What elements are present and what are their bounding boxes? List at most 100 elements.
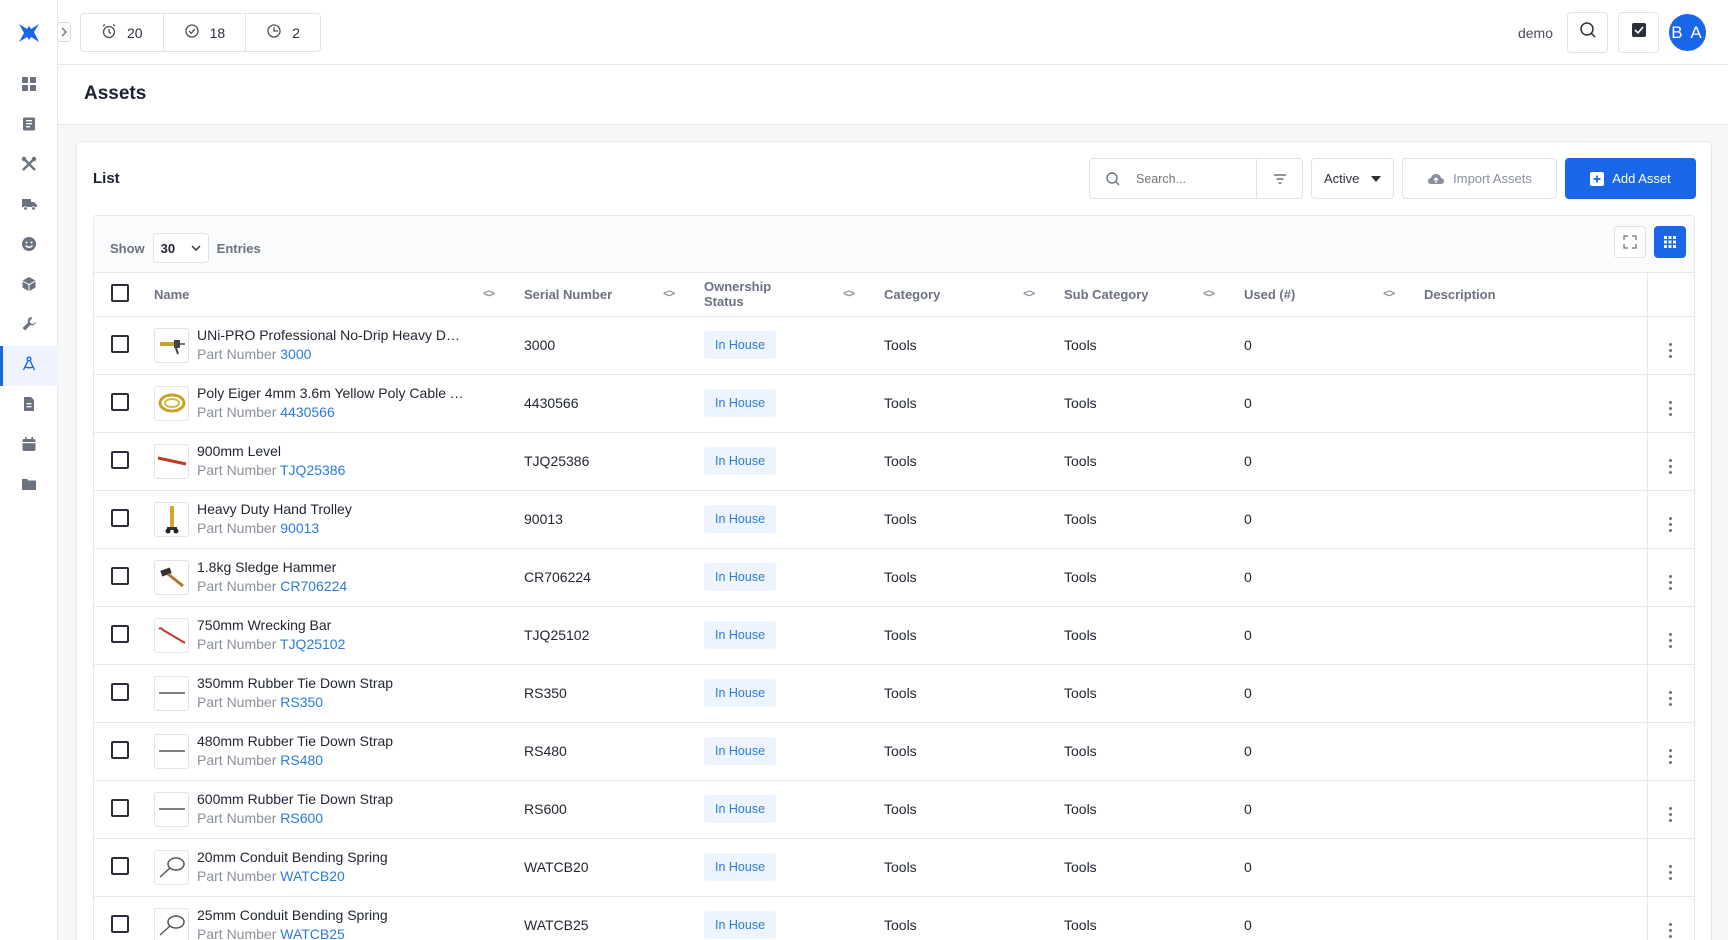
kebab-menu-icon[interactable] — [1669, 690, 1673, 706]
row-checkbox[interactable] — [111, 624, 129, 643]
column-header-ownership[interactable]: Ownership Status <> — [684, 273, 864, 317]
select-all-checkbox[interactable] — [111, 283, 129, 302]
part-number-link[interactable]: 3000 — [280, 346, 311, 362]
asset-thumbnail[interactable] — [154, 327, 189, 363]
sidebar-item-truck[interactable] — [0, 186, 58, 226]
kebab-menu-icon[interactable] — [1669, 458, 1673, 474]
asset-name[interactable]: 25mm Conduit Bending Spring — [197, 906, 388, 924]
asset-name[interactable]: 20mm Conduit Bending Spring — [197, 848, 388, 866]
column-header-serial[interactable]: Serial Number <> — [504, 273, 684, 317]
search-input[interactable] — [1136, 171, 1256, 186]
asset-thumbnail[interactable] — [154, 907, 189, 940]
column-header-subcategory[interactable]: Sub Category <> — [1044, 273, 1224, 317]
kebab-menu-icon[interactable] — [1669, 400, 1673, 416]
resize-arrows-icon[interactable]: <> — [1023, 287, 1035, 302]
column-header-category[interactable]: Category <> — [864, 273, 1044, 317]
global-search-button[interactable] — [1567, 12, 1608, 53]
asset-thumbnail[interactable] — [154, 733, 189, 769]
entries-select[interactable]: 30 — [152, 233, 209, 263]
part-number-link[interactable]: TJQ25102 — [280, 636, 345, 652]
sidebar-item-smiley[interactable] — [0, 226, 58, 266]
table-row[interactable]: 480mm Rubber Tie Down Strap Part Number … — [94, 722, 1694, 781]
kebab-menu-icon[interactable] — [1669, 342, 1673, 358]
table-row[interactable]: 900mm Level Part Number TJQ25386 TJQ2538… — [94, 432, 1694, 491]
sidebar-collapse-button[interactable] — [57, 22, 71, 42]
column-header-used[interactable]: Used (#) <> — [1224, 273, 1404, 317]
asset-thumbnail[interactable] — [154, 559, 189, 595]
import-assets-button[interactable]: Import Assets — [1402, 158, 1557, 199]
table-row[interactable]: 750mm Wrecking Bar Part Number TJQ25102 … — [94, 606, 1694, 665]
part-number-link[interactable]: WATCB25 — [280, 926, 345, 940]
part-number-link[interactable]: 4430566 — [280, 404, 335, 420]
part-number-link[interactable]: CR706224 — [280, 578, 347, 594]
asset-name[interactable]: 1.8kg Sledge Hammer — [197, 558, 347, 576]
table-row[interactable]: 1.8kg Sledge Hammer Part Number CR706224… — [94, 548, 1694, 607]
row-checkbox[interactable] — [111, 392, 129, 411]
column-header-name[interactable]: Name <> — [154, 273, 504, 317]
username[interactable]: demo — [1518, 25, 1553, 41]
fullscreen-button[interactable] — [1614, 226, 1646, 258]
asset-name[interactable]: Heavy Duty Hand Trolley — [197, 500, 352, 518]
asset-name[interactable]: 480mm Rubber Tie Down Strap — [197, 732, 393, 750]
row-checkbox[interactable] — [111, 856, 129, 875]
asset-thumbnail[interactable] — [154, 617, 189, 653]
sidebar-item-cube[interactable] — [0, 266, 58, 306]
part-number-link[interactable]: TJQ25386 — [280, 462, 345, 478]
kebab-menu-icon[interactable] — [1669, 806, 1673, 822]
asset-name[interactable]: 600mm Rubber Tie Down Strap — [197, 790, 393, 808]
sidebar-item-document[interactable] — [0, 386, 58, 426]
app-logo-icon[interactable] — [16, 20, 42, 46]
resize-arrows-icon[interactable]: <> — [663, 287, 675, 302]
resize-arrows-icon[interactable]: <> — [1203, 287, 1215, 302]
row-checkbox[interactable] — [111, 740, 129, 759]
add-asset-button[interactable]: Add Asset — [1565, 158, 1696, 199]
filter-button[interactable] — [1256, 159, 1302, 198]
asset-thumbnail[interactable] — [154, 385, 189, 421]
row-checkbox[interactable] — [111, 914, 129, 933]
kebab-menu-icon[interactable] — [1669, 748, 1673, 764]
asset-name[interactable]: UNi-PRO Professional No-Drip Heavy Duty … — [197, 326, 467, 344]
part-number-link[interactable]: RS350 — [280, 694, 323, 710]
table-row[interactable]: Heavy Duty Hand Trolley Part Number 9001… — [94, 490, 1694, 549]
column-settings-button[interactable] — [1654, 226, 1686, 258]
row-checkbox[interactable] — [111, 798, 129, 817]
table-row[interactable]: 350mm Rubber Tie Down Strap Part Number … — [94, 664, 1694, 723]
sidebar-item-tools-cross[interactable] — [0, 146, 58, 186]
asset-name[interactable]: 900mm Level — [197, 442, 345, 460]
part-number-link[interactable]: RS480 — [280, 752, 323, 768]
status-select[interactable]: Active — [1311, 158, 1394, 199]
asset-thumbnail[interactable] — [154, 501, 189, 537]
asset-name[interactable]: Poly Eiger 4mm 3.6m Yellow Poly Cable Ti… — [197, 384, 467, 402]
table-row[interactable]: UNi-PRO Professional No-Drip Heavy Duty … — [94, 316, 1694, 375]
counter-completed[interactable]: 18 — [164, 14, 247, 51]
counter-pending[interactable]: 2 — [246, 14, 320, 51]
row-checkbox[interactable] — [111, 508, 129, 527]
sidebar-item-compass[interactable] — [0, 346, 58, 386]
asset-name[interactable]: 350mm Rubber Tie Down Strap — [197, 674, 393, 692]
resize-arrows-icon[interactable]: <> — [843, 287, 855, 302]
sidebar-item-book[interactable] — [0, 106, 58, 146]
kebab-menu-icon[interactable] — [1669, 922, 1673, 938]
table-row[interactable]: 25mm Conduit Bending Spring Part Number … — [94, 896, 1694, 940]
asset-thumbnail[interactable] — [154, 675, 189, 711]
asset-thumbnail[interactable] — [154, 443, 189, 479]
row-checkbox[interactable] — [111, 566, 129, 585]
counter-alarm[interactable]: 20 — [81, 14, 164, 51]
table-row[interactable]: 600mm Rubber Tie Down Strap Part Number … — [94, 780, 1694, 839]
row-checkbox[interactable] — [111, 682, 129, 701]
row-checkbox[interactable] — [111, 450, 129, 469]
asset-thumbnail[interactable] — [154, 791, 189, 827]
sidebar-item-calendar[interactable] — [0, 426, 58, 466]
row-checkbox[interactable] — [111, 334, 129, 353]
kebab-menu-icon[interactable] — [1669, 864, 1673, 880]
kebab-menu-icon[interactable] — [1669, 574, 1673, 590]
asset-name[interactable]: 750mm Wrecking Bar — [197, 616, 345, 634]
table-row[interactable]: Poly Eiger 4mm 3.6m Yellow Poly Cable Ti… — [94, 374, 1694, 433]
tasks-button[interactable] — [1618, 12, 1659, 53]
resize-arrows-icon[interactable]: <> — [1383, 287, 1395, 302]
part-number-link[interactable]: WATCB20 — [280, 868, 345, 884]
asset-thumbnail[interactable] — [154, 849, 189, 885]
resize-arrows-icon[interactable]: <> — [483, 287, 495, 302]
table-row[interactable]: 20mm Conduit Bending Spring Part Number … — [94, 838, 1694, 897]
sidebar-item-wrench[interactable] — [0, 306, 58, 346]
